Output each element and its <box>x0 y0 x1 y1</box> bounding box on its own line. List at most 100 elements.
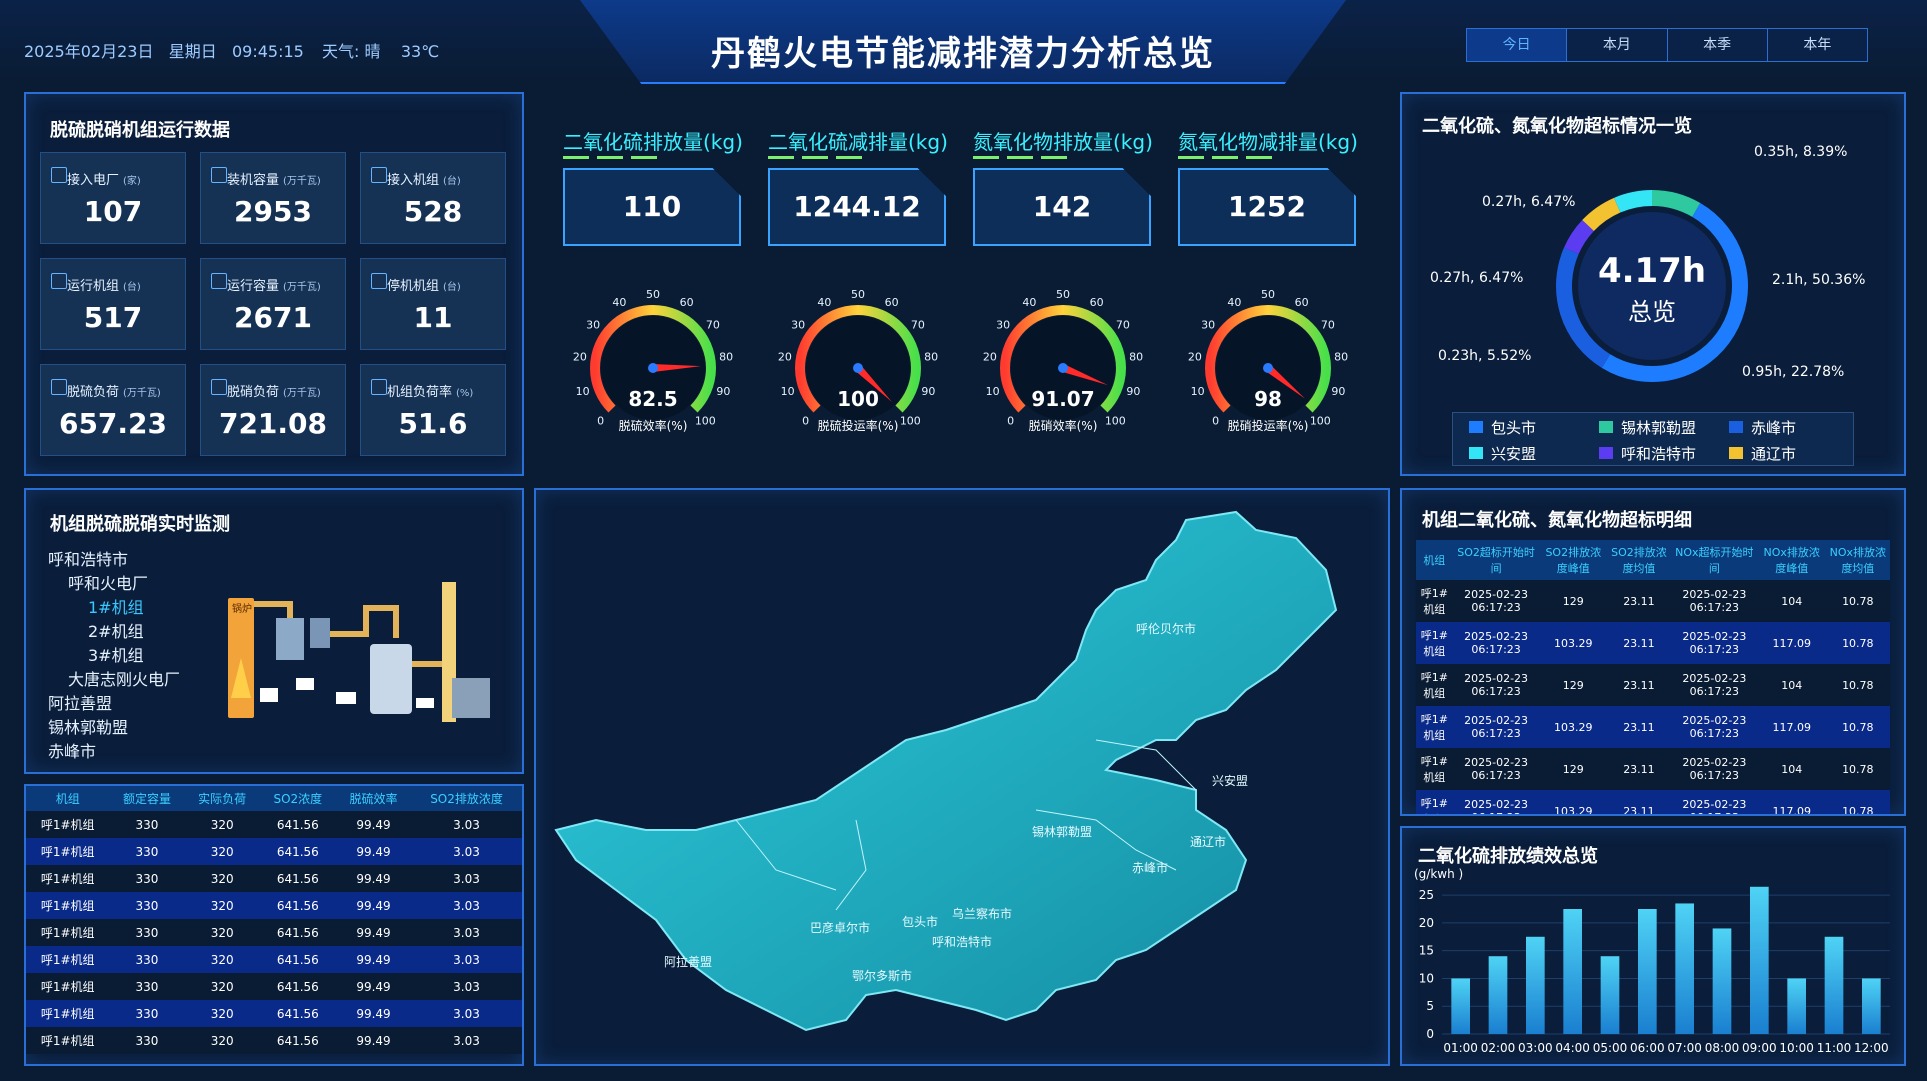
legend-swatch <box>1729 421 1743 433</box>
unit-stats-panel: 脱硫脱硝机组运行数据 接入电厂 (家) 107 装机容量 (万千瓦) 2953 接入机组 (台… <box>24 92 524 476</box>
table-row[interactable]: 呼1#机组 330 320 641.56 99.49 3.03 <box>26 1027 522 1054</box>
gauge-dial: 0 10 20 30 40 50 60 70 80 90 100 82.5 脱硫效率(%) <box>573 288 733 433</box>
table-row[interactable]: 呼1#机组 330 320 641.56 99.49 3.03 <box>26 811 522 838</box>
table-row[interactable]: 呼1#机组 330 320 641.56 99.49 3.03 <box>26 1000 522 1027</box>
unit-stats-title: 脱硫脱硝机组运行数据 <box>50 120 230 141</box>
tree-node[interactable]: 2#机组 <box>88 618 144 642</box>
table-row[interactable]: 呼1#机组 2025-02-23 06:17:23 129 23.11 2025-02-… <box>1416 748 1890 790</box>
table-row[interactable]: 呼1#机组 330 320 641.56 99.49 3.03 <box>26 919 522 946</box>
table-row[interactable]: 呼1#机组 2025-02-23 06:17:23 129 23.11 2025-02-… <box>1416 664 1890 706</box>
table-cell: 2025-02-23 06:17:23 <box>1670 748 1758 790</box>
tree-node[interactable]: 1#机组 <box>88 594 144 618</box>
gauge-tick-label: 10 <box>576 385 590 398</box>
table-cell: 3.03 <box>411 973 522 1000</box>
table-row[interactable]: 呼1#机组 330 320 641.56 99.49 3.03 <box>26 865 522 892</box>
tree-node[interactable]: 锡林郭勒盟 <box>48 714 128 738</box>
table-cell: 3.03 <box>411 1027 522 1054</box>
legend-item: 包头市 <box>1469 417 1536 438</box>
table-header-cell: SO2超标开始时间 <box>1452 540 1540 580</box>
kpi-box: 110 <box>563 168 741 246</box>
gauge-value: 91.07 <box>1031 387 1094 411</box>
legend-item: 锡林郭勒盟 <box>1599 417 1696 438</box>
table-cell: 641.56 <box>259 973 336 1000</box>
tree-node-label: 赤峰市 <box>48 742 97 761</box>
table-row[interactable]: 呼1#机组 330 320 641.56 99.49 3.03 <box>26 892 522 919</box>
tree-node-label: 呼和火电厂 <box>68 574 149 593</box>
table-row[interactable]: 呼1#机组2025-02-23 06:17:23103.2923.112025-… <box>1416 622 1890 664</box>
map-shape[interactable] <box>554 510 1338 1032</box>
tree-node-label: 锡林郭勒盟 <box>48 718 129 737</box>
table-cell: 330 <box>109 973 185 1000</box>
table-header-cell: NOx排放浓度峰值 <box>1757 540 1826 580</box>
map-label-bayannur: 巴彦卓尔市 <box>810 920 870 935</box>
table-row[interactable]: 呼1#机组2025-02-23 06:17:23103.2923.112025-… <box>1416 790 1890 814</box>
tab-quarter[interactable]: 本季 <box>1667 29 1768 61</box>
furnace-label: 锅炉 <box>232 603 252 615</box>
table-header-cell: NOx排放浓度均值 <box>1825 540 1890 580</box>
exceed-detail-title: 机组二氧化硫、氮氧化物超标明细 <box>1422 510 1692 531</box>
map-panel: 呼伦贝尔市 兴安盟 锡林郭勒盟 通辽市 赤峰市 乌兰察布市 巴彦卓尔市 包头市 … <box>534 488 1390 1066</box>
gauge-tick-label: 30 <box>586 319 600 332</box>
table-row[interactable]: 呼1#机组 2025-02-23 06:17:23 129 23.11 2025-02-… <box>1416 580 1890 622</box>
gauge-tick-label: 90 <box>716 385 730 398</box>
table-cell: 呼1#机组 <box>26 1000 110 1027</box>
x-tick-label: 08:00 <box>1705 1041 1740 1055</box>
table-cell: 呼1#机组 <box>26 973 110 1000</box>
table-cell: 99.49 <box>335 838 412 865</box>
donut-legend: 包头市 锡林郭勒盟 赤峰市 兴安盟 呼和浩特市 通辽市 <box>1452 412 1854 466</box>
table-row[interactable]: 呼1#机组2025-02-23 06:17:23103.2923.112025-… <box>1416 706 1890 748</box>
gauge-tick-label: 50 <box>1261 288 1275 301</box>
gauge-tick-label: 40 <box>1022 296 1036 309</box>
gauge: 0 10 20 30 40 50 60 70 80 90 100 98 脱硝投运率(%) <box>1178 288 1358 452</box>
table-row[interactable]: 呼1#机组 330 320 641.56 99.49 3.03 <box>26 946 522 973</box>
gauge-tick-label: 70 <box>911 319 925 332</box>
tree-node[interactable]: 呼和火电厂 <box>68 570 148 594</box>
stat-label: 装机容量 (万千瓦) <box>227 169 321 188</box>
stat-value: 51.6 <box>398 407 468 440</box>
weather-value: 晴 <box>364 42 381 61</box>
table-cell: 3.03 <box>411 1000 522 1027</box>
table-cell: 3.03 <box>411 919 522 946</box>
stat-icon <box>211 379 227 395</box>
table-cell: 117.09 <box>1757 622 1826 664</box>
table-cell: 3.03 <box>411 838 522 865</box>
tab-today[interactable]: 今日 <box>1467 29 1568 61</box>
monitor-title: 机组脱硫脱硝实时监测 <box>50 514 230 535</box>
gauge-tick-label: 80 <box>924 350 938 363</box>
table-row[interactable]: 呼1#机组 330 320 641.56 99.49 3.03 <box>26 838 522 865</box>
tab-year[interactable]: 本年 <box>1767 29 1867 61</box>
tree-node[interactable]: 赤峰市 <box>48 738 96 762</box>
tab-month[interactable]: 本月 <box>1567 29 1668 61</box>
table-cell: 2025-02-23 06:17:23 <box>1452 790 1540 814</box>
legend-swatch <box>1599 447 1613 459</box>
table-cell: 320 <box>184 811 260 838</box>
tree-node[interactable]: 阿拉善盟 <box>48 690 112 714</box>
table-cell: 10.78 <box>1825 622 1890 664</box>
stat-unit: (台) <box>443 176 461 187</box>
table-cell: 99.49 <box>335 892 412 919</box>
table-row[interactable]: 呼1#机组 330 320 641.56 99.49 3.03 <box>26 973 522 1000</box>
kpi-underline <box>631 156 657 159</box>
map-label-chifeng: 赤峰市 <box>1132 860 1168 875</box>
table-cell: 103.29 <box>1539 622 1607 664</box>
map-label-hulunbuir: 呼伦贝尔市 <box>1136 621 1196 636</box>
kpi-underline <box>1041 156 1067 159</box>
gauge-dial: 0 10 20 30 40 50 60 70 80 90 100 91.07 脱硝效率(%) <box>983 288 1143 433</box>
gauge: 0 10 20 30 40 50 60 70 80 90 100 82.5 脱硫效率(%) <box>563 288 743 452</box>
donut-slice-label: 0.27h, 6.47% <box>1482 194 1575 210</box>
tree-node[interactable]: 大唐志刚火电厂 <box>68 666 180 690</box>
gauge-value: 82.5 <box>628 387 677 411</box>
tree-node[interactable]: 3#机组 <box>88 642 144 666</box>
tree-node[interactable]: 呼和浩特市 <box>48 546 128 570</box>
x-tick-label: 12:00 <box>1854 1041 1889 1055</box>
tree-node-label: 呼和浩特市 <box>48 550 129 569</box>
table-cell: 呼1#机组 <box>26 892 110 919</box>
gauge-tick-label: 90 <box>921 385 935 398</box>
region-map: 呼伦贝尔市 兴安盟 锡林郭勒盟 通辽市 赤峰市 乌兰察布市 巴彦卓尔市 包头市 … <box>554 510 1338 1032</box>
map-label-alxa: 阿拉善盟 <box>664 954 712 969</box>
table-cell: 641.56 <box>259 919 336 946</box>
temperature-value: 33℃ <box>400 42 440 61</box>
table-cell: 10.78 <box>1825 706 1890 748</box>
map-label-xilingol: 锡林郭勒盟 <box>1032 824 1092 839</box>
table-cell: 99.49 <box>335 919 412 946</box>
